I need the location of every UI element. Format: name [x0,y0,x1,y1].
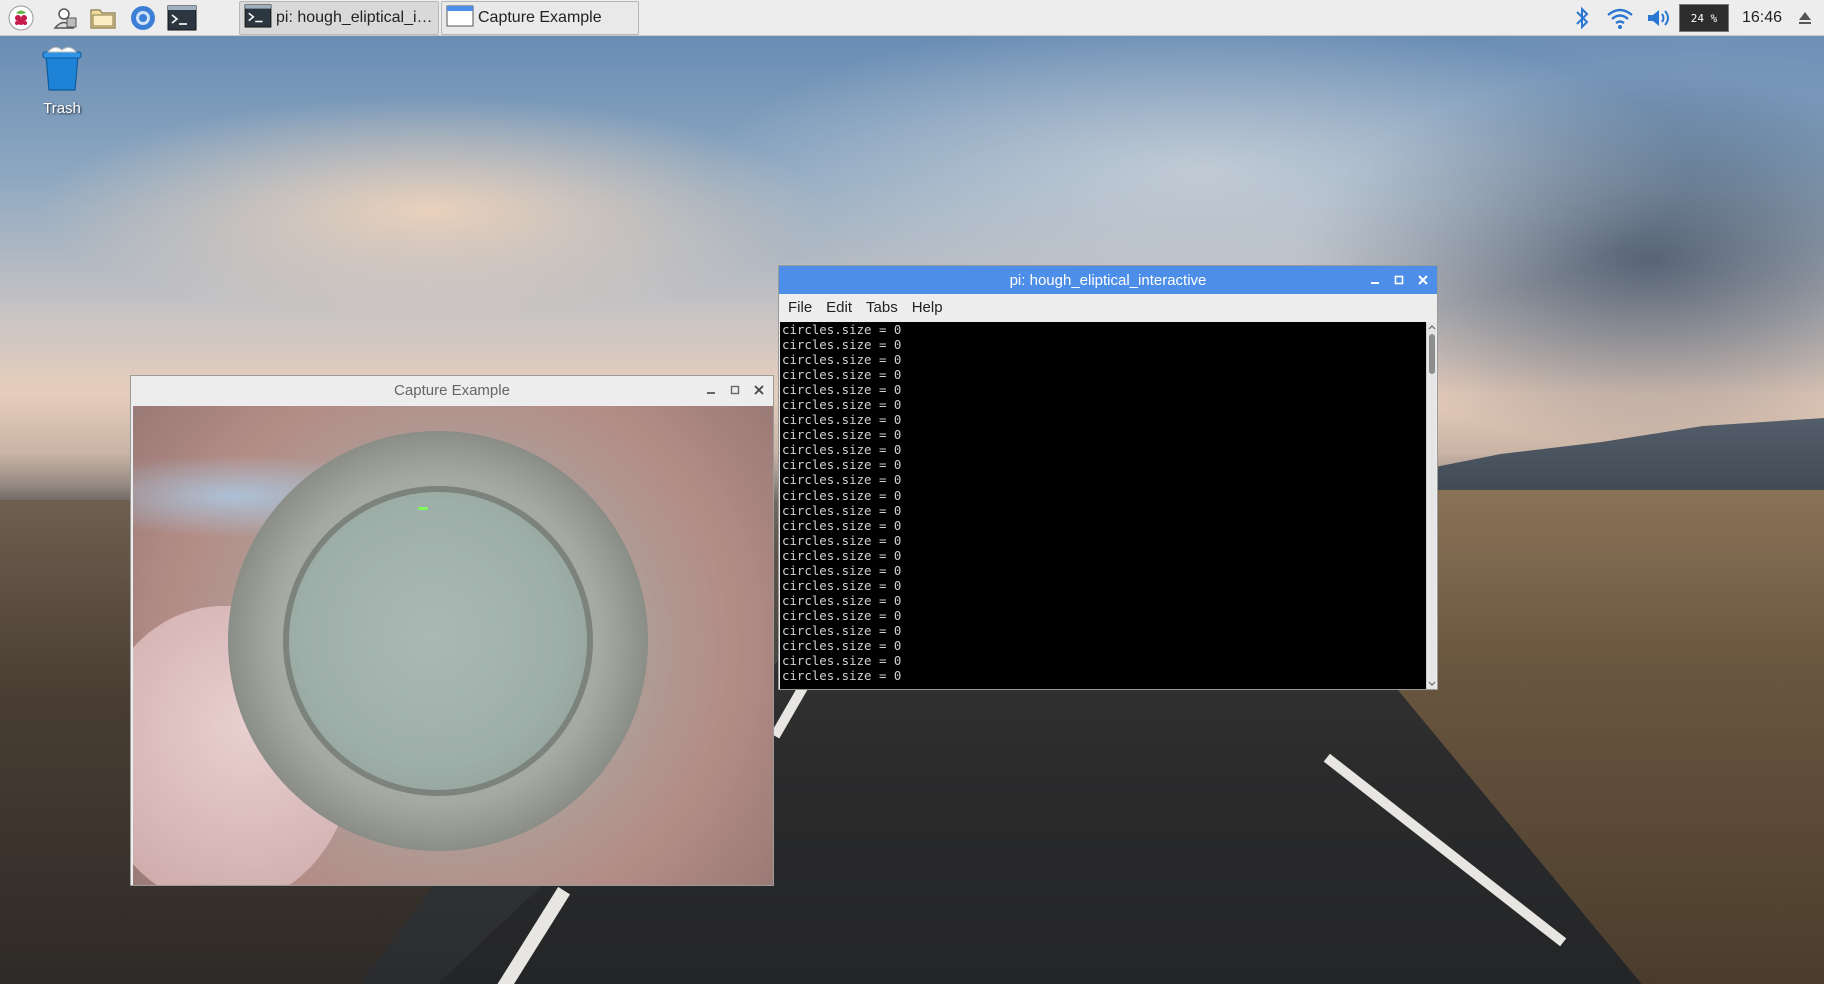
terminal-output[interactable]: circles.size = 0 circles.size = 0 circles.… [780,322,1427,689]
terminal-line: circles.size = 0 [782,592,902,608]
terminal-line: circles.size = 0 [782,668,902,684]
cpu-usage-label: 24 % [1690,11,1718,25]
clock[interactable]: 16:46 [1737,0,1787,36]
maximize-icon[interactable] [727,382,743,398]
bluetooth-icon[interactable] [1570,0,1594,36]
task-terminal[interactable]: pi: hough_eliptical_int... [239,1,439,35]
terminal-window[interactable]: pi: hough_eliptical_interactive File Edi… [778,265,1438,690]
capture-window[interactable]: Capture Example [130,375,774,886]
terminal-line: circles.size = 0 [782,322,902,337]
task-label: Capture Example [478,9,602,26]
terminal-line: circles.size = 0 [782,352,902,368]
close-icon[interactable] [1415,272,1431,288]
camera-preview [133,406,773,885]
terminal-line: circles.size = 0 [782,562,902,578]
menu-file[interactable]: File [788,299,812,316]
cpu-monitor[interactable]: 24 % [1679,4,1729,32]
terminal-line: circles.size = 0 [782,367,902,383]
raspberry-menu-icon[interactable] [6,3,36,33]
window-title: pi: hough_eliptical_interactive [1009,271,1207,289]
terminal-line: circles.size = 0 [782,382,902,398]
desktop-trash[interactable]: Trash [32,44,92,120]
terminal-line: circles.size = 0 [782,517,902,533]
maximize-icon[interactable] [1391,272,1407,288]
eject-icon[interactable] [1793,0,1817,36]
minimize-icon[interactable] [703,382,719,398]
terminal-line: circles.size = 0 [782,442,902,458]
task-capture-example[interactable]: Capture Example [441,1,639,35]
terminal-line: circles.size = 0 [782,532,902,548]
desktop-icon-label: Trash [43,100,81,117]
terminal-line: circles.size = 0 [782,397,902,413]
file-manager-icon[interactable] [88,3,118,33]
menu-tabs[interactable]: Tabs [866,299,898,316]
task-label: pi: hough_eliptical_int... [276,9,434,26]
terminal-line: circles.size = 0 [782,607,902,623]
window-icon [446,4,474,33]
taskbar: pi: hough_eliptical_int... Capture Examp… [0,0,1824,36]
terminal-line: circles.size = 0 [782,487,902,503]
terminal-icon[interactable] [167,3,197,33]
terminal-line: circles.size = 0 [782,653,902,669]
window-title: Capture Example [394,381,510,399]
menu-edit[interactable]: Edit [826,299,852,316]
scroll-up-icon[interactable] [1427,322,1437,332]
terminal-menubar: File Edit Tabs Help [779,294,1437,320]
capture-titlebar[interactable]: Capture Example [131,376,773,404]
terminal-line: circles.size = 0 [782,337,902,353]
volume-icon[interactable] [1644,0,1674,36]
terminal-line: circles.size = 0 [782,577,902,593]
trash-icon [40,44,84,96]
terminal-line: circles.size = 0 [782,472,902,488]
terminal-line: circles.size = 0 [782,547,902,563]
terminal-icon [244,3,272,33]
user-icon[interactable] [50,3,80,33]
terminal-line: circles.size = 0 [782,412,902,428]
browser-icon[interactable] [128,3,158,33]
camera-bottle-cap-inner [283,486,593,796]
close-icon[interactable] [751,382,767,398]
minimize-icon[interactable] [1367,272,1383,288]
detection-glint [418,507,428,510]
scroll-down-icon[interactable] [1427,679,1437,689]
scroll-thumb[interactable] [1429,334,1435,374]
terminal-line: circles.size = 0 [782,502,902,518]
terminal-line: circles.size = 0 [782,637,902,653]
terminal-scrollbar[interactable] [1426,322,1436,689]
terminal-line: circles.size = 0 [782,457,902,473]
terminal-line: circles.size = 0 [782,427,902,443]
terminal-titlebar[interactable]: pi: hough_eliptical_interactive [779,266,1437,294]
wifi-icon[interactable] [1604,0,1636,36]
terminal-line: circles.size = 0 [782,622,902,638]
menu-help[interactable]: Help [912,299,943,316]
